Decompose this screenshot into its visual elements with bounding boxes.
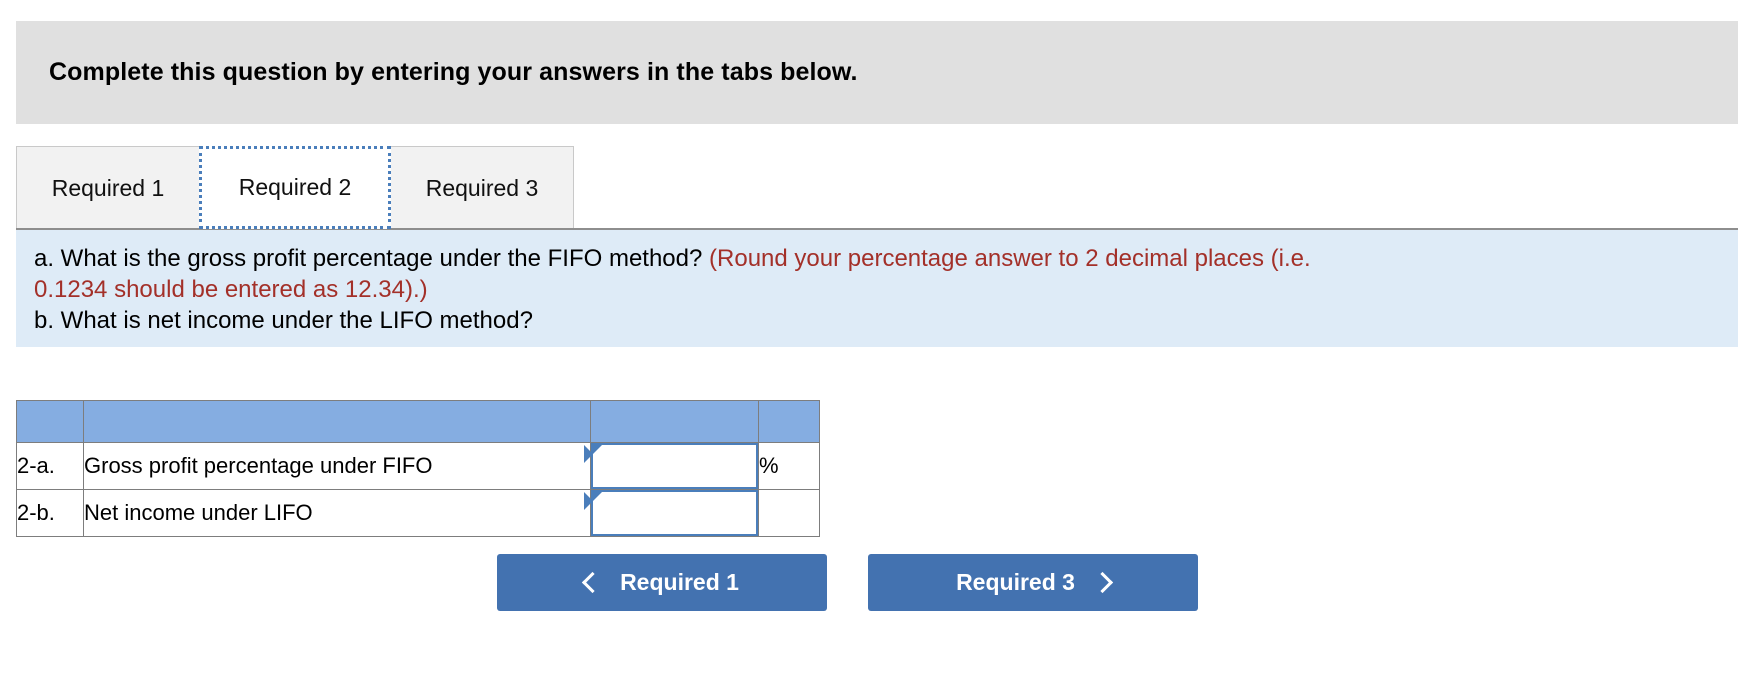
chevron-left-icon	[581, 571, 604, 594]
row-description-2a: Gross profit percentage under FIFO	[83, 442, 591, 490]
table-row: 2-b. Net income under LIFO	[16, 489, 820, 537]
question-a-hint-continued: 0.1234 should be entered as 12.34).)	[34, 276, 428, 303]
next-required-3-button[interactable]: Required 3	[868, 554, 1198, 611]
row-description-2b: Net income under LIFO	[83, 489, 591, 537]
previous-button-label: Required 1	[620, 569, 739, 595]
row-input-cell-2a[interactable]	[590, 442, 759, 490]
table-header-cell-unit	[758, 400, 820, 443]
question-panel: a. What is the gross profit percentage u…	[16, 230, 1738, 347]
tab-label: Required 3	[425, 174, 539, 201]
instruction-text: Complete this question by entering your …	[49, 58, 858, 86]
question-line-b: b. What is net income under the LIFO met…	[34, 307, 533, 334]
previous-required-1-button[interactable]: Required 1	[497, 554, 827, 611]
gross-profit-percentage-input[interactable]	[591, 443, 758, 489]
question-line-a: a. What is the gross profit percentage u…	[34, 243, 1738, 274]
tab-label: Required 1	[51, 174, 165, 201]
tab-label: Required 2	[238, 174, 352, 200]
table-header-cell-value	[590, 400, 759, 443]
answer-table: 2-a. Gross profit percentage under FIFO …	[16, 400, 820, 537]
table-header-cell-description	[83, 400, 591, 443]
question-a-text: a. What is the gross profit percentage u…	[34, 245, 710, 272]
tab-required-3[interactable]: Required 3	[390, 146, 574, 229]
tab-required-1[interactable]: Required 1	[16, 146, 200, 229]
row-ref-2a: 2-a.	[16, 442, 84, 490]
next-button-label: Required 3	[956, 569, 1075, 595]
tab-required-2[interactable]: Required 2	[199, 146, 391, 229]
row-unit-2a: %	[758, 442, 820, 490]
instruction-banner: Complete this question by entering your …	[16, 21, 1738, 124]
chevron-right-icon	[1091, 571, 1114, 594]
row-input-cell-2b[interactable]	[590, 489, 759, 537]
net-income-lifo-input[interactable]	[591, 490, 758, 536]
navigation-buttons: Required 1 Required 3	[497, 554, 1198, 611]
table-header-row	[16, 400, 820, 443]
table-row: 2-a. Gross profit percentage under FIFO …	[16, 442, 820, 490]
question-a-hint: (Round your percentage answer to 2 decim…	[709, 245, 1311, 272]
table-header-cell-label	[16, 400, 84, 443]
row-ref-2b: 2-b.	[16, 489, 84, 537]
tab-strip: Required 1 Required 2 Required 3	[16, 146, 574, 229]
row-unit-2b	[758, 489, 820, 537]
